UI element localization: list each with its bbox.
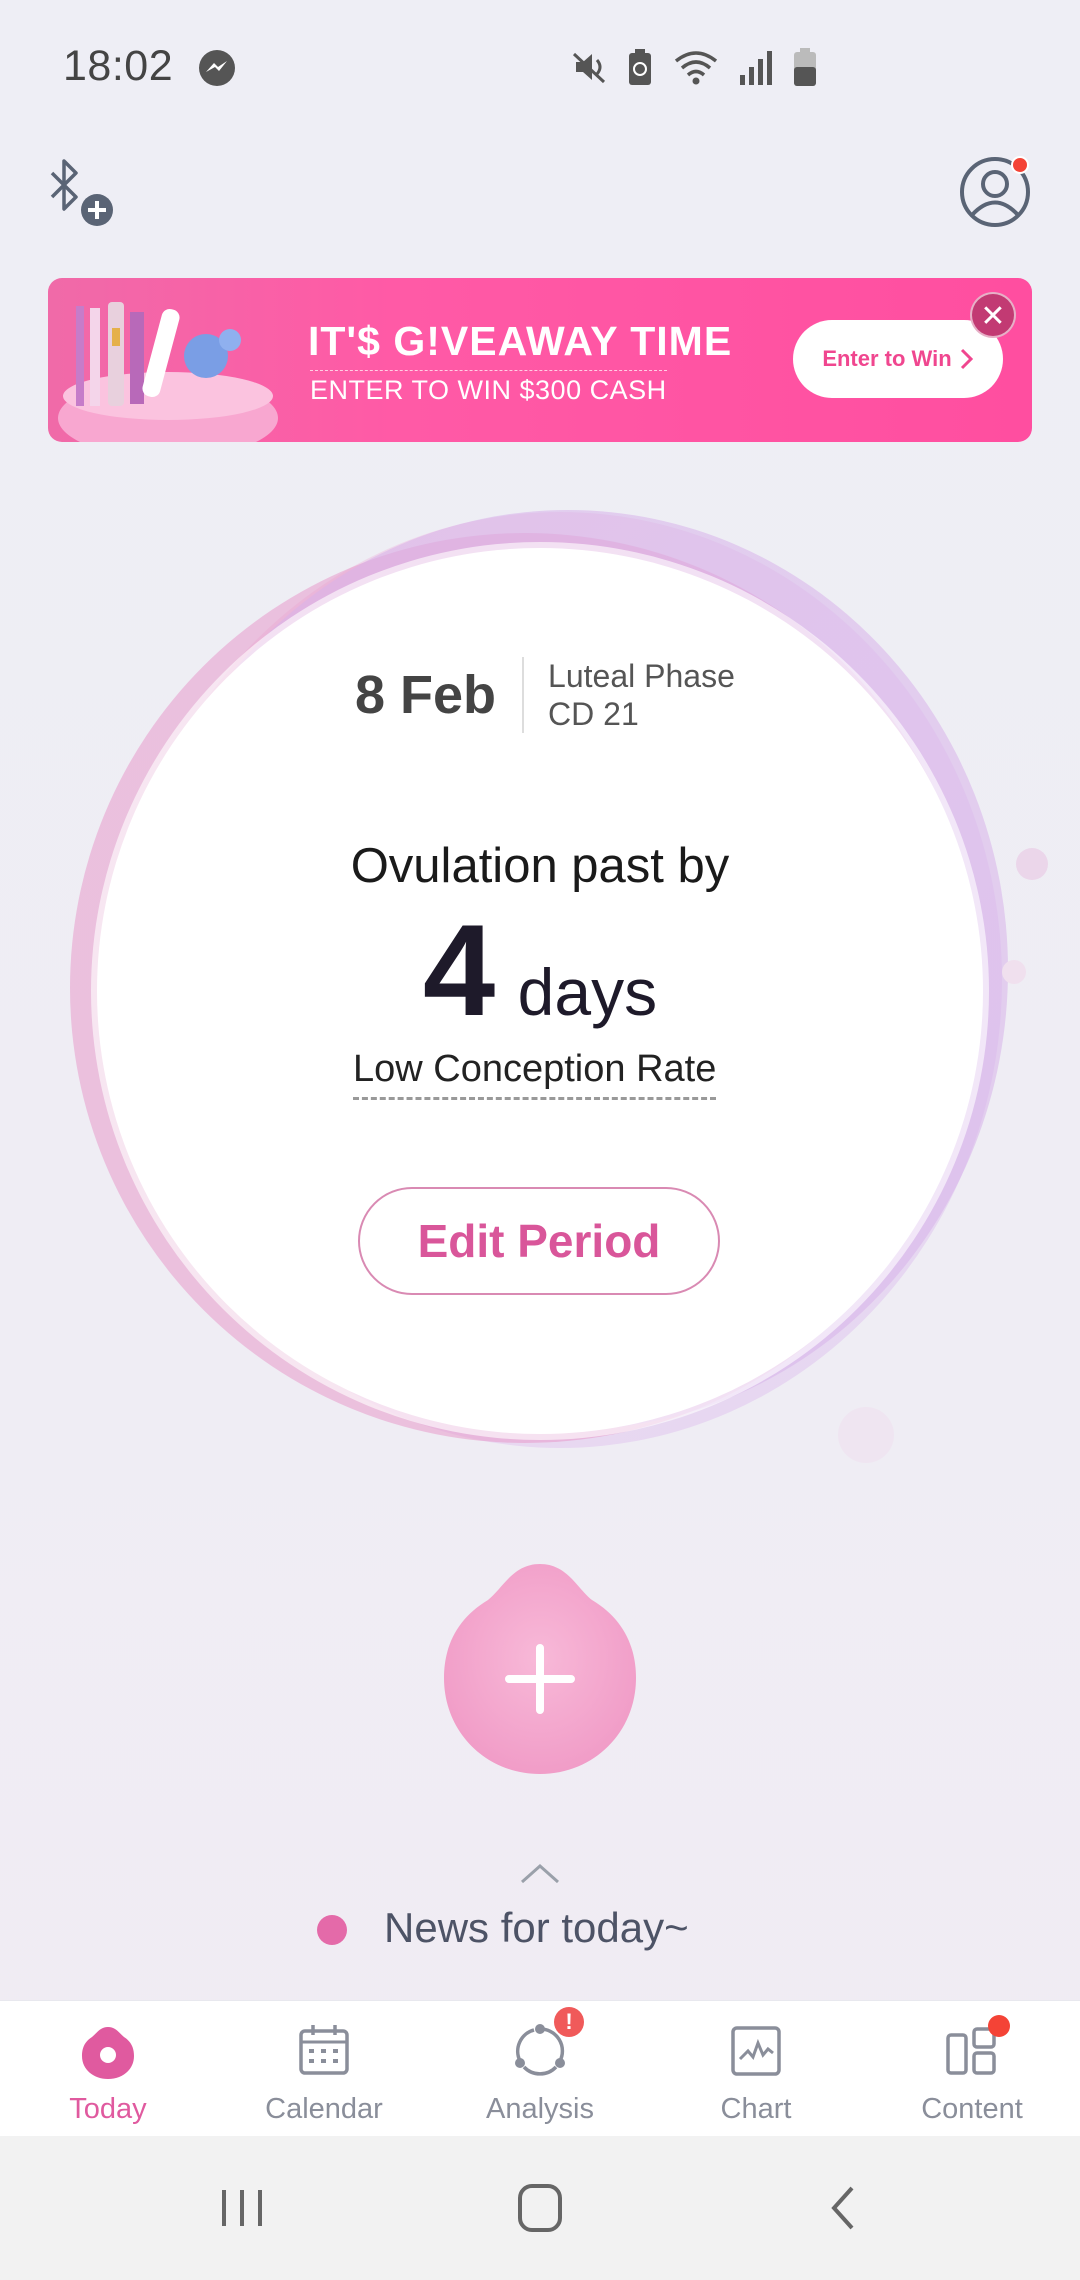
today-icon	[82, 2027, 134, 2079]
news-label: News for today~	[384, 1904, 689, 1951]
cycle-phase-info: Luteal Phase CD 21	[548, 657, 735, 733]
chart-icon	[731, 2026, 781, 2076]
giveaway-banner[interactable]: IT'$ G!VEAWAY TIME ENTER TO WIN $300 CAS…	[48, 278, 1032, 442]
tab-content[interactable]: Content	[864, 2001, 1080, 2136]
recent-apps-button[interactable]	[210, 2176, 274, 2240]
tab-today[interactable]: Today	[0, 2001, 216, 2136]
content-notification-dot	[988, 2015, 1010, 2037]
home-icon	[518, 2184, 562, 2232]
back-icon	[831, 2186, 854, 2230]
status-bar: 18:02	[0, 0, 1080, 135]
mute-icon	[572, 52, 606, 84]
news-dot-icon	[317, 1915, 347, 1945]
bottom-tab-bar: Today Calendar ! Analysis Chart Content	[0, 2000, 1080, 2136]
news-section[interactable]: News for today~	[0, 1860, 1080, 1970]
edit-period-button[interactable]: Edit Period	[358, 1187, 720, 1295]
conception-rate-link[interactable]: Low Conception Rate	[353, 1048, 717, 1100]
days-unit: days	[517, 955, 658, 1029]
signal-icon	[740, 51, 772, 85]
cycle-phase: Luteal Phase	[548, 658, 735, 694]
chevron-up-icon	[521, 1863, 559, 1884]
battery-saver-icon	[629, 49, 651, 85]
tab-label: Calendar	[265, 2093, 383, 2125]
products-image	[58, 302, 278, 442]
enter-to-win-label: Enter to Win	[822, 346, 952, 371]
tab-label: Content	[921, 2093, 1023, 2125]
chevron-right-icon	[960, 348, 973, 370]
date-divider	[522, 657, 525, 733]
ovulation-days: 4 days	[0, 895, 1080, 1045]
days-count: 4	[422, 897, 496, 1043]
recent-apps-icon	[222, 2190, 262, 2226]
ovulation-status: Ovulation past by	[350, 839, 730, 893]
wifi-icon	[674, 51, 718, 85]
bluetooth-add-icon	[50, 159, 113, 226]
back-button[interactable]	[812, 2176, 876, 2240]
tab-calendar[interactable]: Calendar	[216, 2001, 432, 2136]
battery-icon	[794, 48, 816, 86]
cycle-day: CD 21	[548, 696, 639, 732]
current-date: 8 Feb	[355, 665, 497, 725]
add-device-button[interactable]	[42, 155, 122, 235]
enter-to-win-button[interactable]: Enter to Win	[793, 320, 1003, 398]
profile-button[interactable]	[955, 150, 1035, 230]
add-record-button[interactable]	[442, 1560, 638, 1780]
messenger-icon	[199, 50, 235, 86]
system-nav-bar	[0, 2136, 1080, 2280]
cycle-date-block: 8 Feb Luteal Phase CD 21	[355, 655, 735, 735]
tab-label: Today	[69, 2093, 147, 2125]
tab-label: Chart	[720, 2093, 792, 2125]
tab-label: Analysis	[486, 2093, 594, 2125]
profile-notification-dot	[1011, 156, 1029, 174]
close-banner-button[interactable]: ✕	[970, 292, 1016, 338]
analysis-alert-badge: !	[554, 2007, 584, 2037]
calendar-icon	[299, 2025, 349, 2075]
home-button[interactable]	[508, 2176, 572, 2240]
tab-analysis[interactable]: ! Analysis	[432, 2001, 648, 2136]
banner-title: IT'$ G!VEAWAY TIME	[308, 318, 733, 364]
status-icons	[570, 44, 818, 90]
tab-chart[interactable]: Chart	[648, 2001, 864, 2136]
banner-subtitle: ENTER TO WIN $300 CASH	[310, 370, 667, 406]
status-time: 18:02	[63, 42, 174, 90]
